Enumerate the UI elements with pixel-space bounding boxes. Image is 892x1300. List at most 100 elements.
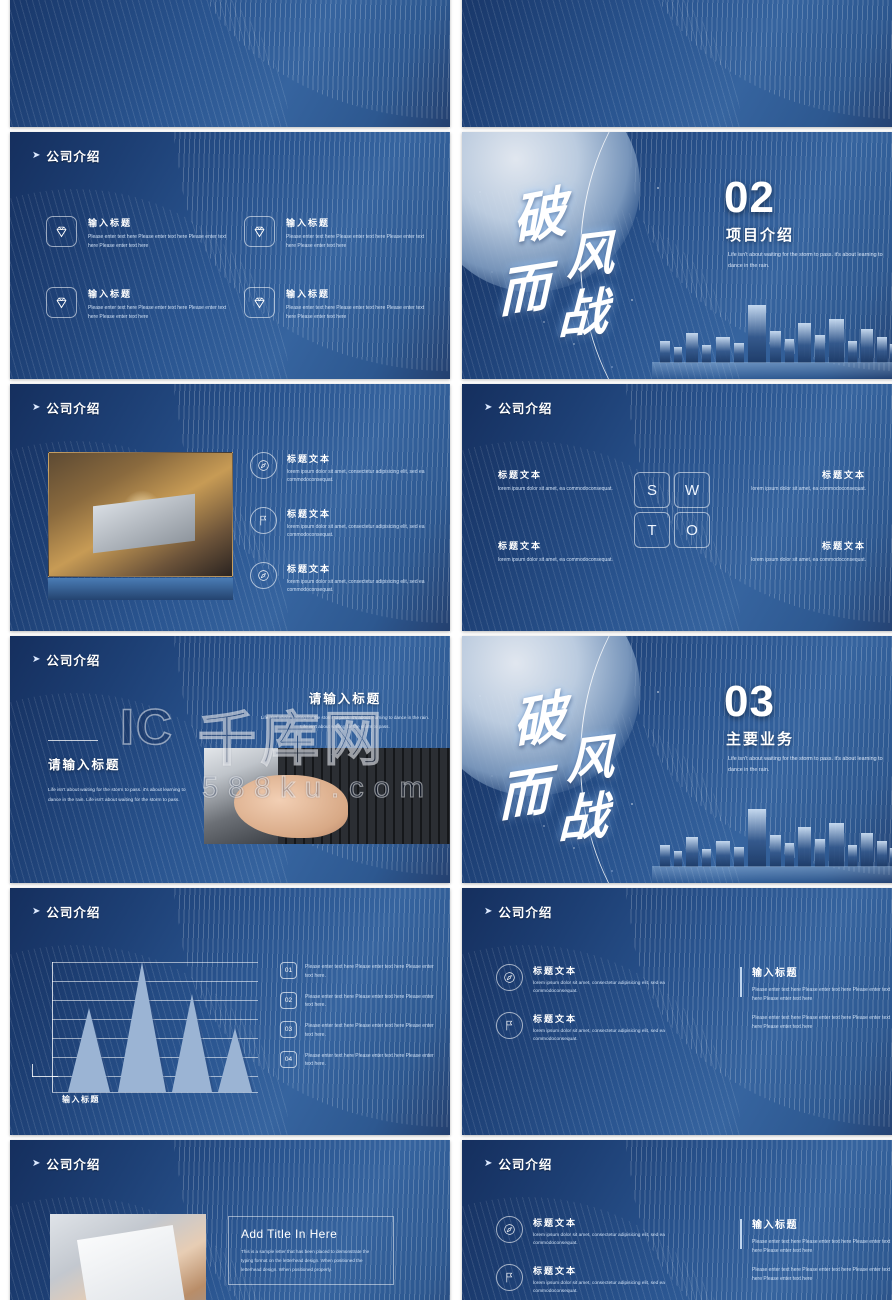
compass-icon: [250, 452, 277, 479]
swot-text-top-left: 标题文本 lorem ipsum dolor sit amet, ea comm…: [498, 468, 628, 494]
slide-thumbnail-9-chart[interactable]: ➤ 公司介绍 输入标题 01 Please enter text here Pl…: [10, 888, 450, 1135]
swot-cell-o[interactable]: O: [674, 512, 710, 548]
slide-thumbnail-6-swot[interactable]: ➤ 公司介绍 S W T O 标题文本 lorem ipsum dolor si…: [462, 384, 892, 631]
diamond-icon: [46, 216, 77, 247]
feature-body: Please enter text here Please enter text…: [286, 305, 425, 320]
header-title: 公司介绍: [498, 1158, 553, 1172]
item-body: lorem ipsum dolor sit amet, consectetur …: [287, 524, 425, 539]
list-item: 标题文本 lorem ipsum dolor sit amet, consect…: [496, 964, 706, 996]
feature-title: 输入标题: [88, 218, 133, 228]
compass-icon: [496, 964, 523, 991]
quadrant-title: 标题文本: [498, 470, 543, 480]
left-feature-list: 标题文本 lorem ipsum dolor sit amet, consect…: [496, 1216, 706, 1300]
slide-thumbnail-7[interactable]: ➤ 公司介绍 请输入标题 Life isn't about waiting fo…: [10, 636, 450, 883]
header-title: 公司介绍: [46, 654, 101, 668]
slide-thumbnail-4-section-divider[interactable]: 破 风 而 战 02 项目介绍 Life isn't about waiting…: [462, 132, 892, 379]
slide-thumbnail-5[interactable]: ➤ 公司介绍 标题文本 lorem ipsum dolor sit amet, …: [10, 384, 450, 631]
header-title: 公司介绍: [46, 402, 101, 416]
chevron-right-icon: ➤: [484, 401, 493, 413]
header-title: 公司介绍: [46, 1158, 101, 1172]
chart-axis-label: 输入标题: [62, 1095, 100, 1104]
swot-cell-s[interactable]: S: [634, 472, 670, 508]
item-body: lorem ipsum dolor sit amet, consectetur …: [533, 1281, 665, 1295]
header-title: 公司介绍: [46, 906, 101, 920]
chevron-right-icon: ➤: [32, 149, 41, 161]
item-body: lorem ipsum dolor sit amet, consectetur …: [287, 579, 425, 594]
header-title: 公司介绍: [498, 906, 553, 920]
right-title: 输入标题: [752, 968, 798, 979]
list-item: 04 Please enter text here Please enter t…: [280, 1050, 438, 1070]
section-subtitle: 项目介绍: [726, 227, 795, 244]
quadrant-title: 标题文本: [821, 470, 866, 480]
box-body: This is a sample letter that has been pl…: [241, 1249, 370, 1273]
slide-thumbnail-3[interactable]: ➤ 公司介绍 输入标题 Please enter text here Pleas…: [10, 132, 450, 379]
chart-cone-3: [172, 994, 212, 1092]
right-body-2: Please enter text here Please enter text…: [752, 1014, 891, 1030]
item-body: lorem ipsum dolor sit amet, consectetur …: [287, 469, 425, 484]
list-number-badge: 01: [280, 962, 297, 979]
slide-thumbnail-12[interactable]: ➤ 公司介绍 标题文本 lorem ipsum dolor sit amet, …: [462, 1140, 892, 1300]
water-reflection: [652, 362, 892, 379]
right-text-block: 输入标题 Please enter text here Please enter…: [740, 964, 892, 1041]
right-title: 输入标题: [752, 1220, 798, 1231]
slide-thumbnail-2[interactable]: isn't about waiting for the storm to pas…: [462, 0, 892, 127]
top-title: 请输入标题: [308, 692, 382, 706]
chevron-right-icon: ➤: [484, 1157, 493, 1169]
chevron-right-icon: ➤: [484, 905, 493, 917]
box-title: Add Title In Here: [241, 1227, 338, 1241]
header-title: 公司介绍: [46, 150, 101, 164]
city-skyline: [652, 299, 892, 379]
top-body: Life isn't about waiting for the storm t…: [260, 715, 430, 730]
swot-cell-t[interactable]: T: [634, 512, 670, 548]
slide-header: ➤ 公司介绍: [484, 398, 552, 417]
chart-cone-4: [218, 1028, 252, 1092]
swot-text-top-right: 标题文本 lorem ipsum dolor sit amet, ea comm…: [736, 468, 866, 494]
feature-body: Please enter text here Please enter text…: [88, 305, 227, 320]
list-item: 标题文本 lorem ipsum dolor sit amet, consect…: [496, 1012, 706, 1044]
diamond-icon: [244, 287, 275, 318]
calligraphy-char: 而: [497, 759, 551, 830]
feature-title: 输入标题: [286, 218, 331, 228]
slide-header: ➤ 公司介绍: [32, 1154, 100, 1173]
left-body: Life isn't about waiting for the storm t…: [48, 788, 186, 804]
swot-cell-w[interactable]: W: [674, 472, 710, 508]
section-number: 02: [724, 173, 775, 222]
title-box: Add Title In Here This is a sample lette…: [228, 1216, 394, 1285]
feature-item: 输入标题 Please enter text here Please enter…: [46, 216, 229, 250]
list-number-badge: 03: [280, 1021, 297, 1038]
left-feature-list: 标题文本 lorem ipsum dolor sit amet, consect…: [496, 964, 706, 1061]
list-body: Please enter text here Please enter text…: [305, 964, 434, 979]
photo-shadow-bar: [48, 578, 233, 600]
list-body: Please enter text here Please enter text…: [305, 1052, 434, 1068]
slide-grid: Life isn't about waiting for the storm t…: [0, 0, 892, 1300]
slide-header: ➤ 公司介绍: [32, 650, 100, 669]
list-item: 03 Please enter text here Please enter t…: [280, 1021, 438, 1040]
section-body: Life isn't about waiting for the storm t…: [728, 756, 883, 774]
chevron-right-icon: ➤: [32, 1157, 41, 1169]
item-title: 标题文本: [533, 1266, 578, 1277]
list-number-badge: 04: [280, 1050, 297, 1068]
item-body: lorem ipsum dolor sit amet, consectetur …: [533, 1029, 665, 1043]
chevron-right-icon: ➤: [32, 653, 41, 665]
section-subtitle: 主要业务: [726, 731, 795, 748]
slide-thumbnail-11[interactable]: ➤ 公司介绍 Add Title In Here This is a sampl…: [10, 1140, 450, 1300]
clipboard-photo: [50, 1214, 206, 1300]
calligraphy-art: 破 风 而 战: [488, 674, 664, 850]
right-body-1: Please enter text here Please enter text…: [752, 987, 891, 1003]
list-number-badge: 02: [280, 991, 297, 1009]
flag-icon: [496, 1012, 523, 1040]
calligraphy-char: 战: [557, 281, 609, 346]
swot-text-bottom-right: 标题文本 lorem ipsum dolor sit amet, ea comm…: [736, 539, 866, 565]
slide-header: ➤ 公司介绍: [32, 146, 100, 165]
item-body: lorem ipsum dolor sit amet, consectetur …: [533, 1233, 665, 1247]
section-body: Life isn't about waiting for the storm t…: [728, 252, 883, 270]
calligraphy-char: 破: [510, 682, 569, 758]
accent-bar: [740, 967, 742, 997]
top-text-block: 请输入标题 Life isn't about waiting for the s…: [258, 688, 432, 731]
slide-thumbnail-10[interactable]: ➤ 公司介绍 标题文本 lorem ipsum dolor sit amet, …: [462, 888, 892, 1135]
slide-thumbnail-1[interactable]: Life isn't about waiting for the storm t…: [10, 0, 450, 127]
calligraphy-char: 战: [557, 785, 609, 850]
slide-thumbnail-8-section-divider[interactable]: 破 风 而 战 03 主要业务 Life isn't about waiting…: [462, 636, 892, 883]
feature-item: 输入标题 Please enter text here Please enter…: [244, 216, 427, 250]
feature-title: 输入标题: [286, 289, 331, 299]
